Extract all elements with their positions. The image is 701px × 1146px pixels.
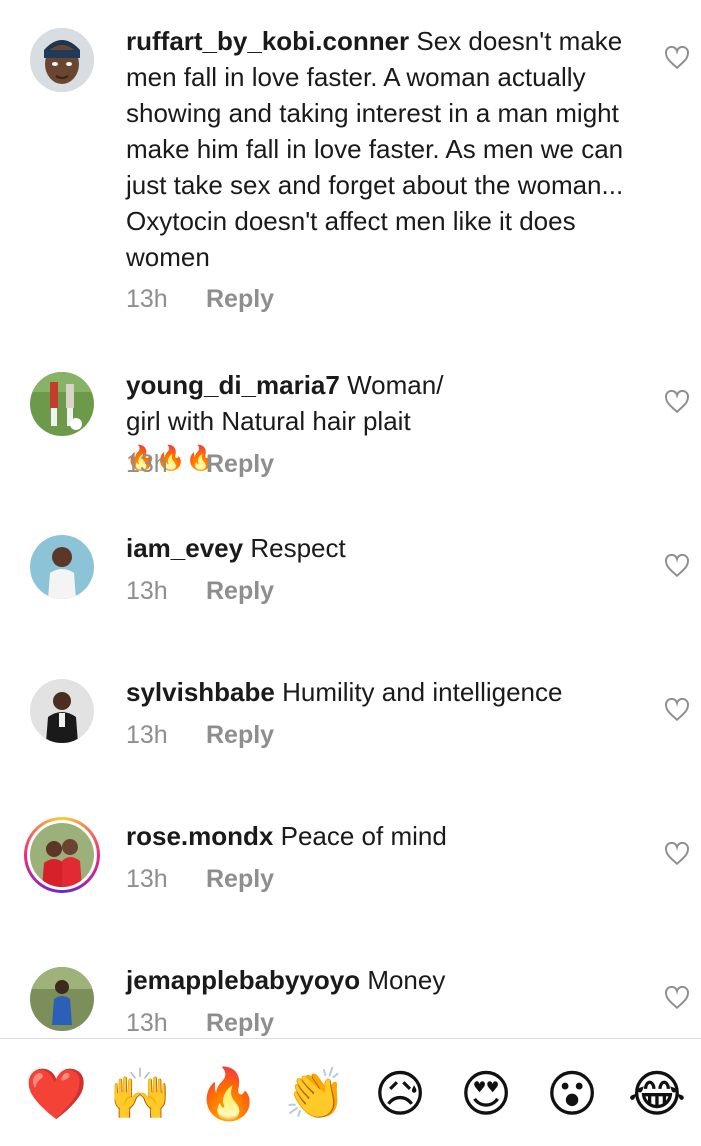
heart-eyes-emoji-icon[interactable]: 😍: [455, 1063, 517, 1125]
clapping-hands-emoji-icon[interactable]: 👏: [284, 1063, 346, 1125]
comment-body: Respect: [250, 533, 346, 563]
like-heart-icon[interactable]: [664, 697, 690, 723]
avatar[interactable]: [30, 535, 94, 599]
comment-body: Peace of mind: [280, 821, 447, 851]
comment-time: 13h: [126, 577, 168, 605]
comment-username[interactable]: jemapplebabyyoyo: [126, 965, 360, 995]
comment-meta: 13h Reply: [126, 865, 274, 894]
comment-username[interactable]: sylvishbabe: [126, 677, 275, 707]
comment-meta: 13h Reply: [126, 1009, 274, 1038]
reply-button[interactable]: Reply: [206, 721, 274, 749]
avatar[interactable]: [30, 679, 94, 743]
comment-text: rose.mondx Peace of mind: [126, 818, 636, 854]
comment-text: jemapplebabyyoyo Money: [126, 962, 636, 998]
raising-hands-emoji-icon[interactable]: 🙌: [109, 1063, 171, 1125]
sad-face-emoji-icon[interactable]: 😥: [369, 1063, 431, 1125]
comment-body: Money: [367, 965, 446, 995]
reply-button[interactable]: Reply: [206, 577, 274, 605]
comment-username[interactable]: iam_evey: [126, 533, 243, 563]
heart-emoji-icon[interactable]: ❤️: [25, 1063, 87, 1125]
like-heart-icon[interactable]: [664, 553, 690, 579]
surprised-face-emoji-icon[interactable]: 😮: [541, 1063, 603, 1125]
comment-time: 13h: [126, 1009, 168, 1037]
like-heart-icon[interactable]: [664, 389, 690, 415]
like-heart-icon[interactable]: [664, 841, 690, 867]
comment-body: Humility and intelligence: [282, 677, 563, 707]
comment-username[interactable]: ruffart_by_kobi.conner: [126, 26, 409, 56]
comment-text: ruffart_by_kobi.conner Sex doesn't make …: [126, 23, 636, 275]
comment-text: sylvishbabe Humility and intelligence: [126, 674, 636, 710]
comment-username[interactable]: young_di_maria7: [126, 370, 340, 400]
reply-button[interactable]: Reply: [206, 1009, 274, 1037]
reply-button[interactable]: Reply: [206, 285, 274, 313]
comment-username[interactable]: rose.mondx: [126, 821, 273, 851]
comment-meta: 13h Reply: [126, 450, 274, 479]
comment-meta: 13h Reply: [126, 285, 274, 314]
like-heart-icon[interactable]: [664, 985, 690, 1011]
avatar[interactable]: [30, 372, 94, 436]
comment-time: 13h: [126, 450, 168, 478]
reply-button[interactable]: Reply: [206, 450, 274, 478]
comment-meta: 13h Reply: [126, 721, 274, 750]
avatar[interactable]: [30, 823, 94, 887]
avatar[interactable]: [30, 967, 94, 1031]
comment-meta: 13h Reply: [126, 577, 274, 606]
like-heart-icon[interactable]: [664, 45, 690, 71]
comment-body: Sex doesn't make men fall in love faster…: [126, 26, 624, 272]
reply-button[interactable]: Reply: [206, 865, 274, 893]
comment-text: iam_evey Respect: [126, 530, 636, 566]
comment-time: 13h: [126, 285, 168, 313]
fire-emoji-icon[interactable]: 🔥: [197, 1063, 259, 1125]
comment-time: 13h: [126, 865, 168, 893]
emoji-reaction-bar: ❤️ 🙌 🔥 👏 😥 😍 😮 😂: [0, 1038, 701, 1146]
comment-time: 13h: [126, 721, 168, 749]
avatar[interactable]: [30, 28, 94, 92]
tears-of-joy-emoji-icon[interactable]: 😂: [626, 1063, 688, 1125]
